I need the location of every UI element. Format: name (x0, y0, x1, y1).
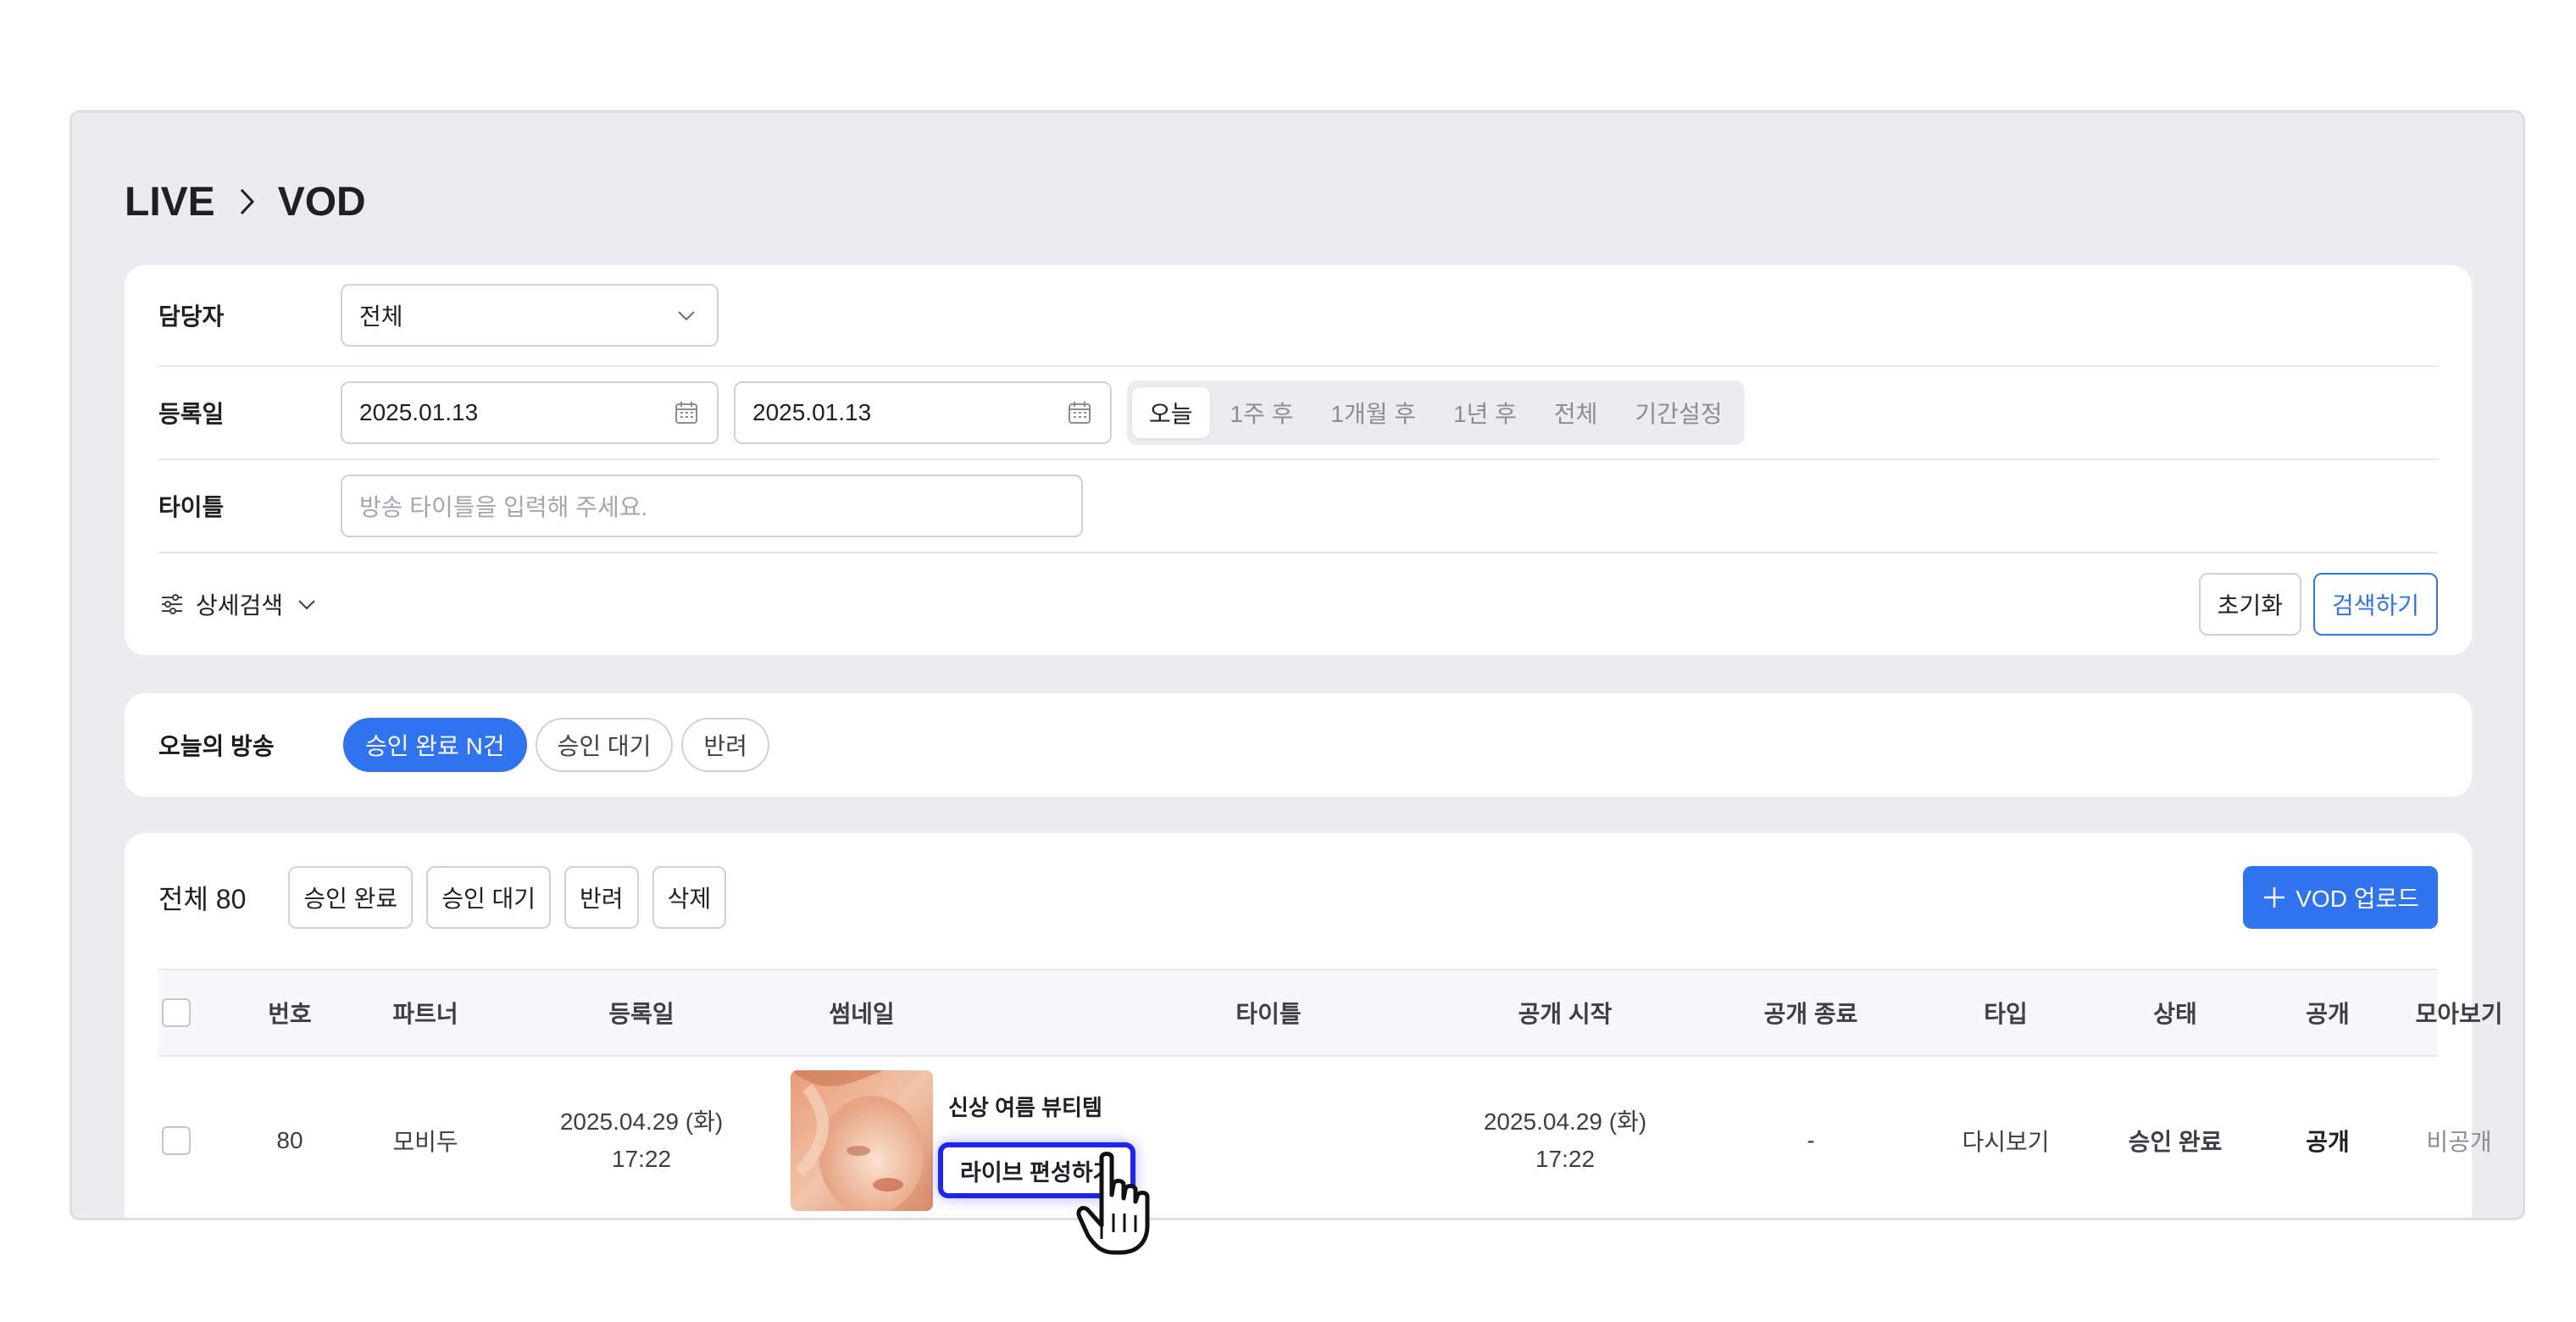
breadcrumb-live[interactable]: LIVE (125, 179, 215, 225)
manager-label: 담당자 (158, 303, 225, 330)
breadcrumb-vod: VOD (277, 179, 366, 225)
delete-button[interactable]: 삭제 (652, 866, 727, 929)
title-label: 타이틀 (158, 494, 225, 520)
select-all-checkbox[interactable] (162, 998, 191, 1027)
date-to-value: 2025.01.13 (752, 399, 872, 425)
status-pill-group: 승인 완료 N건 승인 대기 반려 (343, 718, 769, 772)
row-number: 80 (276, 1127, 303, 1153)
vod-table: 번호 파트너 등록일 썸네일 타이틀 공개 시작 공개 종료 타입 상태 공개 … (158, 969, 2503, 1218)
row-title[interactable]: 신상 여름 뷰티템 (948, 1091, 1135, 1122)
col-open-start: 공개 시작 (1518, 1001, 1613, 1027)
plus-icon (2264, 887, 2285, 908)
total-label: 전체 (158, 884, 208, 914)
date-from-value: 2025.01.13 (359, 399, 479, 425)
advanced-search-toggle[interactable]: 상세검색 (158, 587, 320, 621)
vod-upload-button[interactable]: VOD 업로드 (2243, 866, 2438, 929)
date-to-input[interactable]: 2025.01.13 (734, 381, 1112, 444)
period-1year[interactable]: 1년 후 (1436, 387, 1534, 438)
filter-row-title: 타이틀 방송 타이틀을 입력해 주세요. (158, 460, 2438, 553)
row-type: 다시보기 (1962, 1129, 2050, 1155)
date-label: 등록일 (158, 401, 225, 427)
row-checkbox[interactable] (162, 1126, 191, 1155)
row-checkbox-cell (158, 1057, 194, 1218)
col-reg-date: 등록일 (608, 1001, 675, 1027)
col-collection: 모아보기 (2415, 1001, 2503, 1027)
manager-select-value: 전체 (359, 303, 403, 330)
row-thumbnail-cell (786, 1057, 938, 1218)
vod-list-card: 전체 80 승인 완료 승인 대기 반려 삭제 VOD 업로드 번호 파트너 등… (125, 833, 2503, 1218)
row-open-start: 2025.04.29 (화) 17:22 (1455, 1057, 1675, 1218)
reset-button[interactable]: 초기화 (2198, 573, 2301, 636)
col-public: 공개 (2306, 1001, 2350, 1027)
row-open-end: - (1807, 1127, 1815, 1153)
col-type: 타입 (1984, 1001, 2028, 1027)
today-broadcast-card: 오늘의 방송 승인 완료 N건 승인 대기 반려 (125, 693, 2472, 797)
manager-select[interactable]: 전체 (341, 284, 719, 347)
filter-card: 담당자 전체 등록일 2025.01.13 2025.01.13 오늘 1주 후… (125, 265, 2472, 655)
today-broadcast-label: 오늘의 방송 (158, 733, 275, 759)
vod-panel: LIVE VOD 담당자 전체 등록일 2025.01.13 2025.01.1… (69, 110, 2525, 1220)
period-today[interactable]: 오늘 (1132, 387, 1210, 438)
col-open-end: 공개 종료 (1763, 1001, 1858, 1027)
total-number: 80 (215, 884, 247, 914)
col-title: 타이틀 (1235, 1001, 1302, 1027)
period-1month[interactable]: 1개월 후 (1313, 387, 1433, 438)
calendar-icon[interactable] (1066, 399, 1093, 426)
row-collection[interactable]: 비공개 (2396, 1057, 2523, 1218)
table-header: 번호 파트너 등록일 썸네일 타이틀 공개 시작 공개 종료 타입 상태 공개 … (158, 969, 2503, 1057)
title-input[interactable]: 방송 타이틀을 입력해 주세요. (341, 475, 1083, 537)
list-toolbar: 전체 80 승인 완료 승인 대기 반려 삭제 VOD 업로드 (158, 865, 2438, 930)
pending-button[interactable]: 승인 대기 (426, 866, 552, 929)
hand-cursor-icon (1076, 1152, 1150, 1255)
pill-approved[interactable]: 승인 완료 N건 (343, 718, 527, 772)
header-checkbox-cell (158, 970, 194, 1055)
table-row: 80 모비두 2025.04.29 (화) 17:22 신상 여름 뷰티템 라이… (158, 1057, 2492, 1218)
title-input-placeholder: 방송 타이틀을 입력해 주세요. (359, 494, 648, 520)
filter-row-manager: 담당자 전체 (158, 265, 2438, 367)
pill-rejected[interactable]: 반려 (681, 718, 769, 772)
total-count: 전체 80 (158, 878, 246, 917)
row-public[interactable]: 공개 (2260, 1057, 2396, 1218)
period-custom[interactable]: 기간설정 (1618, 387, 1739, 438)
period-1week[interactable]: 1주 후 (1213, 387, 1311, 438)
row-partner: 모비두 (392, 1129, 458, 1155)
calendar-icon[interactable] (673, 399, 700, 426)
chevron-right-icon (240, 188, 254, 215)
filter-row-actions: 상세검색 초기화 검색하기 (158, 553, 2438, 655)
row-reg-date-time: 17:22 (611, 1146, 672, 1172)
col-number: 번호 (268, 1001, 312, 1027)
row-status: 승인 완료 (2128, 1129, 2223, 1155)
filter-row-date: 등록일 2025.01.13 2025.01.13 오늘 1주 후 1개월 후 … (158, 367, 2438, 460)
chevron-down-icon (298, 600, 315, 610)
thumbnail-beauty-image (791, 1070, 933, 1211)
row-reg-date: 2025.04.29 (화) 17:22 (531, 1057, 752, 1218)
vod-upload-label: VOD 업로드 (2296, 886, 2419, 912)
col-partner: 파트너 (392, 1001, 458, 1027)
reject-button[interactable]: 반려 (564, 866, 639, 929)
chevron-down-icon (678, 311, 695, 321)
sliders-icon (162, 594, 182, 614)
date-from-input[interactable]: 2025.01.13 (341, 381, 719, 444)
approve-button[interactable]: 승인 완료 (288, 866, 414, 929)
row-open-start-day: 2025.04.29 (화) (1483, 1108, 1647, 1135)
period-segmented-control: 오늘 1주 후 1개월 후 1년 후 전체 기간설정 (1127, 380, 1745, 445)
thumbnail-image[interactable] (791, 1070, 933, 1211)
pill-pending[interactable]: 승인 대기 (535, 718, 674, 772)
col-status: 상태 (2153, 1001, 2197, 1027)
row-reg-date-day: 2025.04.29 (화) (559, 1108, 724, 1135)
period-all[interactable]: 전체 (1537, 387, 1615, 438)
breadcrumb: LIVE VOD (125, 172, 366, 231)
row-open-start-time: 17:22 (1535, 1146, 1596, 1172)
col-thumbnail: 썸네일 (829, 1001, 895, 1027)
advanced-search-label: 상세검색 (196, 592, 284, 619)
search-button[interactable]: 검색하기 (2312, 573, 2438, 636)
